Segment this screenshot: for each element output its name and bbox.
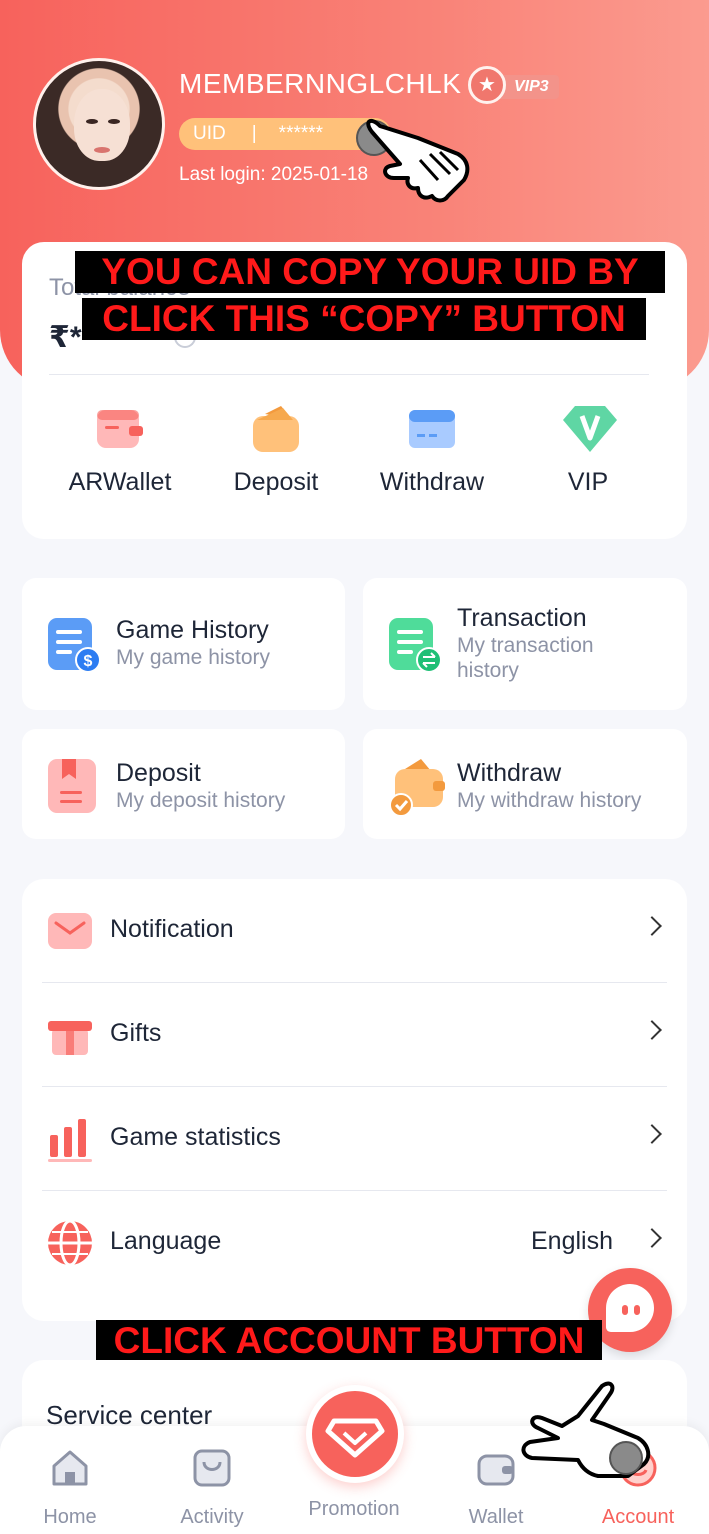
- username: MEMBERNNGLCHLK: [179, 68, 462, 99]
- deposit-history-icon: [46, 757, 100, 813]
- tile-subtitle: My transaction history: [457, 634, 594, 682]
- chat-dot: [622, 1305, 628, 1315]
- diamond-icon: [325, 1418, 385, 1458]
- tile-withdraw-history[interactable]: Withdraw My withdraw history: [363, 729, 687, 839]
- tab-promotion[interactable]: [306, 1385, 404, 1483]
- game-history-icon: $: [46, 616, 101, 673]
- tab-label: Activity: [180, 1506, 244, 1528]
- menu-item-game-statistics[interactable]: Game statistics: [42, 1087, 667, 1191]
- tile-title: Deposit: [116, 759, 201, 787]
- globe-icon: [46, 1219, 94, 1267]
- pointing-hand-icon: [518, 1380, 656, 1480]
- bar-chart-icon: [46, 1115, 94, 1163]
- menu-item-language[interactable]: Language English: [42, 1191, 667, 1295]
- vip-icon: [563, 404, 617, 454]
- tab-label: Wallet: [468, 1506, 524, 1528]
- vip-star-icon: ★: [468, 66, 506, 104]
- menu-label: Gifts: [110, 1019, 162, 1047]
- tile-subtitle: My withdraw history: [457, 789, 642, 812]
- vip-badge[interactable]: VIP3 ★: [468, 66, 562, 104]
- divider: [49, 374, 649, 375]
- tile-game-history[interactable]: $ Game History My game history: [22, 578, 345, 710]
- pointing-hand-icon: [360, 108, 472, 220]
- chat-bubble-icon: [606, 1284, 654, 1332]
- deposit-icon: [251, 404, 301, 454]
- quick-action-label: Withdraw: [379, 468, 485, 496]
- wallet-tab-icon: [476, 1448, 516, 1488]
- tab-label: Account: [601, 1506, 675, 1528]
- tile-transaction[interactable]: Transaction My transaction history: [363, 578, 687, 710]
- tab-home[interactable]: Home: [10, 1448, 130, 1529]
- last-login-date: Last login: 2025-01-18: [179, 164, 369, 185]
- chevron-right-icon: [642, 1228, 662, 1248]
- withdraw-history-icon: [387, 757, 445, 817]
- wallet-icon: [95, 404, 145, 454]
- tab-activity[interactable]: Activity: [152, 1448, 272, 1529]
- balance-value: ₹*: [49, 321, 82, 354]
- menu-item-notification[interactable]: Notification: [42, 879, 667, 983]
- tile-title: Withdraw: [457, 759, 562, 787]
- quick-action-label: ARWallet: [68, 468, 172, 496]
- menu-label: Language: [110, 1227, 222, 1255]
- avatar[interactable]: [33, 58, 165, 190]
- chat-dot: [634, 1305, 640, 1315]
- tile-title: Transaction: [457, 604, 587, 632]
- quick-action-withdraw[interactable]: Withdraw: [357, 404, 507, 497]
- uid-label: UID: [193, 123, 226, 144]
- uid-separator: |: [251, 123, 257, 144]
- card-icon: [407, 404, 457, 454]
- chevron-right-icon: [642, 916, 662, 936]
- menu-item-gifts[interactable]: Gifts: [42, 983, 667, 1087]
- chevron-right-icon: [642, 1124, 662, 1144]
- gift-icon: [46, 1011, 94, 1059]
- quick-action-arwallet[interactable]: ARWallet: [45, 404, 195, 497]
- menu-label: Notification: [110, 915, 234, 943]
- tab-label: Promotion: [308, 1498, 400, 1520]
- tab-label: Home: [43, 1506, 97, 1528]
- copy-instruction-line2: CLICK THIS “COPY” BUTTON: [82, 298, 646, 340]
- quick-action-label: VIP: [567, 468, 609, 496]
- activity-bag-icon: [192, 1448, 232, 1488]
- chevron-right-icon: [642, 1020, 662, 1040]
- avatar-eye: [86, 119, 98, 124]
- svg-text:$: $: [84, 653, 93, 670]
- menu-label: Game statistics: [110, 1123, 281, 1151]
- quick-action-label: Deposit: [233, 468, 319, 496]
- home-icon: [50, 1448, 90, 1488]
- account-instruction: CLICK ACCOUNT BUTTON: [96, 1320, 602, 1362]
- avatar-eye: [108, 119, 120, 124]
- tile-subtitle: My deposit history: [116, 789, 286, 812]
- avatar-lip: [94, 147, 110, 153]
- quick-action-vip[interactable]: VIP: [513, 404, 663, 497]
- tile-subtitle: My game history: [116, 646, 271, 669]
- tile-title: Game History: [116, 616, 269, 644]
- uid-value: ******: [278, 123, 324, 144]
- settings-menu: Notification Gifts Game statistics Langu…: [22, 879, 687, 1321]
- tile-deposit-history[interactable]: Deposit My deposit history: [22, 729, 345, 839]
- copy-instruction-line1: YOU CAN COPY YOUR UID BY: [75, 251, 665, 293]
- language-value: English: [531, 1227, 613, 1255]
- quick-action-deposit[interactable]: Deposit: [201, 404, 351, 497]
- transaction-icon: [387, 616, 442, 673]
- mail-icon: [46, 907, 94, 955]
